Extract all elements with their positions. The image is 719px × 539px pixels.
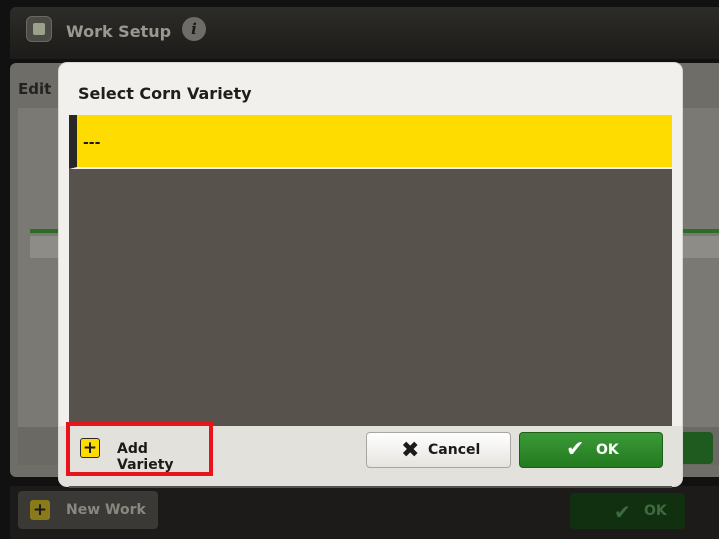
- work-setup-icon: [26, 16, 52, 42]
- add-variety-label: Add Variety: [117, 441, 174, 473]
- list-item-label: ---: [83, 135, 101, 151]
- info-icon[interactable]: i: [182, 17, 206, 41]
- plus-icon: +: [30, 500, 50, 520]
- ok-label: OK: [596, 442, 619, 458]
- ok-button[interactable]: ✔ OK: [519, 432, 663, 468]
- close-icon: ✖: [401, 438, 420, 463]
- field-left: [30, 236, 60, 258]
- field-right: [676, 236, 719, 258]
- new-work-button[interactable]: + New Work: [18, 491, 158, 529]
- add-variety-button[interactable]: + Add Variety: [66, 422, 213, 476]
- background-ok-label: OK: [644, 503, 667, 519]
- plus-icon: +: [80, 438, 100, 458]
- background-ok-button[interactable]: ✔ OK: [570, 493, 685, 529]
- cancel-button[interactable]: ✖ Cancel: [366, 432, 511, 468]
- list-item-selected[interactable]: ---: [69, 115, 672, 169]
- divider-left: [30, 229, 60, 233]
- app-header: Work Setup i: [10, 7, 719, 59]
- check-icon: ✔: [614, 500, 631, 524]
- dialog-title: Select Corn Variety: [78, 84, 252, 103]
- new-work-label: New Work: [66, 502, 146, 518]
- divider-right: [676, 229, 719, 233]
- cancel-label: Cancel: [428, 442, 481, 458]
- app-title: Work Setup: [66, 22, 172, 41]
- check-icon: ✔: [566, 437, 585, 462]
